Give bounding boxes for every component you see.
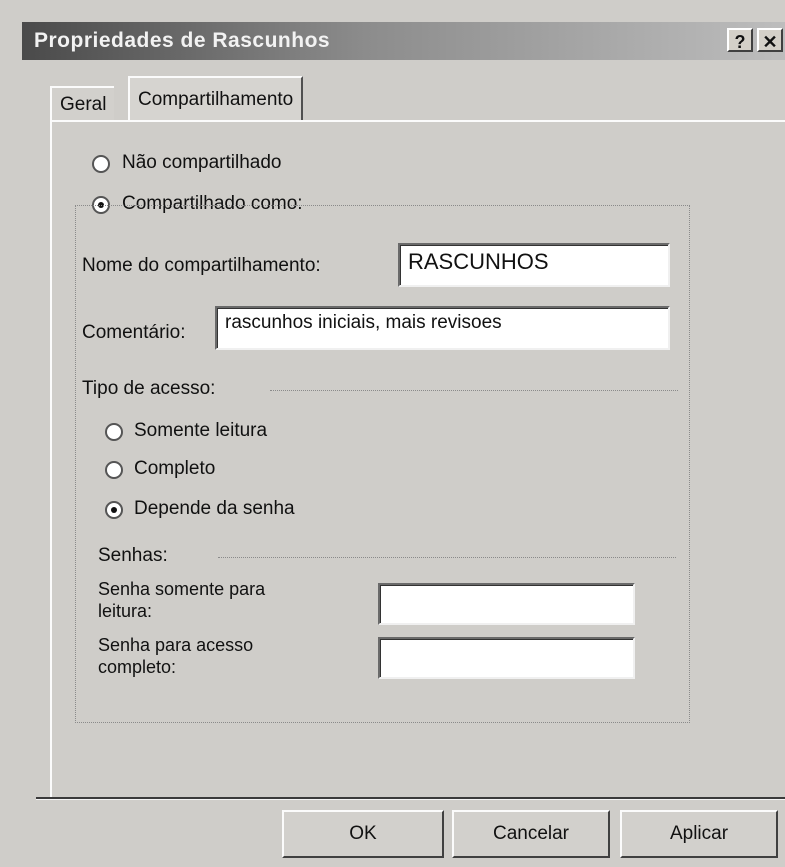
close-button[interactable]: ✕ [757, 28, 783, 52]
share-name-label: Nome do compartilhamento: [82, 255, 321, 276]
window-title: Propriedades de Rascunhos [34, 29, 331, 52]
comment-field[interactable]: rascunhos iniciais, mais revisoes [215, 306, 670, 350]
help-button[interactable]: ? [727, 28, 753, 52]
readonly-password-label-2: leitura: [98, 601, 153, 621]
properties-dialog: Propriedades de Rascunhos ? ✕ Geral Comp… [0, 0, 785, 867]
tab-compartilhamento[interactable]: Compartilhamento [128, 76, 304, 122]
readonly-radio[interactable] [105, 423, 123, 441]
complete-radio[interactable] [105, 461, 123, 479]
full-password-label-2: completo: [98, 657, 177, 677]
access-type-separator [270, 390, 678, 391]
not-shared-label: Não compartilhado [122, 152, 282, 173]
ok-button[interactable]: OK [282, 810, 444, 858]
complete-option-label: Completo [134, 458, 216, 479]
depends-on-password-label: Depende da senha [134, 498, 295, 519]
apply-button[interactable]: Aplicar [620, 810, 778, 858]
access-type-label: Tipo de acesso: [82, 378, 216, 399]
depends-on-password-radio[interactable] [105, 501, 123, 519]
title-bar[interactable]: Propriedades de Rascunhos ? ✕ [22, 22, 785, 60]
cancel-button[interactable]: Cancelar [452, 810, 610, 858]
button-area-separator [36, 797, 785, 800]
passwords-label: Senhas: [98, 545, 168, 566]
passwords-separator [218, 557, 676, 558]
comment-label: Comentário: [82, 322, 186, 343]
full-password-field[interactable] [378, 637, 635, 679]
readonly-option-label: Somente leitura [134, 420, 268, 441]
readonly-password-field[interactable] [378, 583, 635, 625]
tab-geral[interactable]: Geral [50, 86, 115, 122]
readonly-password-label-1: Senha somente para [98, 579, 266, 599]
full-password-label-1: Senha para acesso [98, 635, 254, 655]
share-name-field[interactable]: RASCUNHOS [398, 243, 670, 287]
not-shared-radio[interactable] [92, 155, 110, 173]
